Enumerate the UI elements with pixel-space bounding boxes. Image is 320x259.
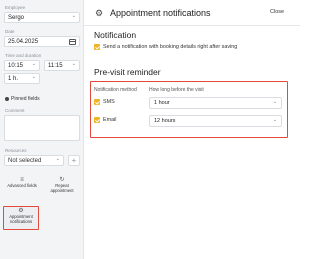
start-time-value: 10:15: [8, 62, 24, 69]
resources-select[interactable]: Not selected ⌄: [4, 155, 64, 166]
sms-label: SMS: [103, 99, 115, 105]
advanced-fields-label: Advanced fields: [7, 183, 37, 188]
employee-label: Employee: [5, 5, 26, 10]
advanced-fields-button[interactable]: ≡ Advanced fields: [5, 176, 39, 198]
close-button[interactable]: Close: [270, 9, 284, 15]
send-notification-checkbox[interactable]: [94, 44, 100, 50]
appointment-notifications-button[interactable]: ⚙ Appointment notifications: [3, 206, 39, 230]
plus-icon: +: [71, 156, 77, 165]
date-value: 25.04.2025: [8, 38, 39, 45]
chevron-down-icon: ⌄: [272, 99, 277, 105]
chevron-down-icon: ⌄: [31, 74, 36, 80]
date-field[interactable]: 25.04.2025: [4, 36, 80, 47]
reminder-heading: Pre-visit reminder: [94, 67, 161, 77]
chevron-down-icon: ⌄: [71, 13, 76, 19]
email-checkbox[interactable]: [94, 117, 100, 123]
time-column-header: How long before the visit: [149, 87, 204, 93]
employee-select[interactable]: Sergo ⌄: [4, 12, 80, 23]
employee-value: Sergo: [8, 14, 25, 21]
add-resource-button[interactable]: +: [68, 155, 80, 166]
resources-label: Resources: [5, 148, 27, 153]
calendar-icon[interactable]: [69, 39, 76, 45]
chevron-down-icon: ⌄: [31, 61, 36, 67]
method-column-header: Notification method: [94, 87, 137, 93]
appointment-notifications-label: Appointment notifications: [9, 214, 33, 224]
send-notification-option[interactable]: Send a notification with booking details…: [94, 44, 237, 50]
resources-value: Not selected: [8, 157, 42, 164]
sms-time-value: 1 hour: [154, 100, 170, 106]
duration-select[interactable]: 1 h. ⌄: [4, 73, 40, 84]
gear-icon: ⚙: [95, 8, 104, 18]
comment-textarea[interactable]: [4, 115, 80, 141]
chevron-down-icon: ⌄: [272, 117, 277, 123]
end-time-select[interactable]: 11:15 ⌄: [44, 60, 80, 71]
pinned-fields-label: Pinned fields: [11, 96, 40, 102]
chevron-down-icon: ⌄: [55, 156, 60, 162]
duration-value: 1 h.: [8, 75, 19, 82]
email-label: Email: [103, 117, 117, 123]
send-notification-label: Send a notification with booking details…: [103, 44, 238, 50]
chevron-down-icon: ⌄: [71, 61, 76, 67]
panel-title: Appointment notifications: [110, 8, 211, 18]
sms-method-option[interactable]: SMS: [94, 99, 115, 105]
email-time-select[interactable]: 12 hours ⌄: [149, 115, 282, 127]
notification-heading: Notification: [94, 30, 137, 40]
pinned-fields-toggle[interactable]: Pinned fields: [5, 96, 40, 102]
date-label: Date: [5, 29, 15, 34]
email-method-option[interactable]: Email: [94, 117, 116, 123]
time-label: Time and duration: [5, 53, 42, 58]
repeat-appointment-label: Repeat appointment: [50, 183, 74, 193]
sms-checkbox[interactable]: [94, 99, 100, 105]
sms-time-select[interactable]: 1 hour ⌄: [149, 97, 282, 109]
repeat-appointment-button[interactable]: ↻ Repeat appointment: [45, 176, 79, 198]
end-time-value: 11:15: [48, 62, 63, 69]
pin-icon: [5, 97, 9, 101]
start-time-select[interactable]: 10:15 ⌄: [4, 60, 40, 71]
email-time-value: 12 hours: [154, 118, 176, 124]
comment-label: Comment: [5, 108, 25, 113]
